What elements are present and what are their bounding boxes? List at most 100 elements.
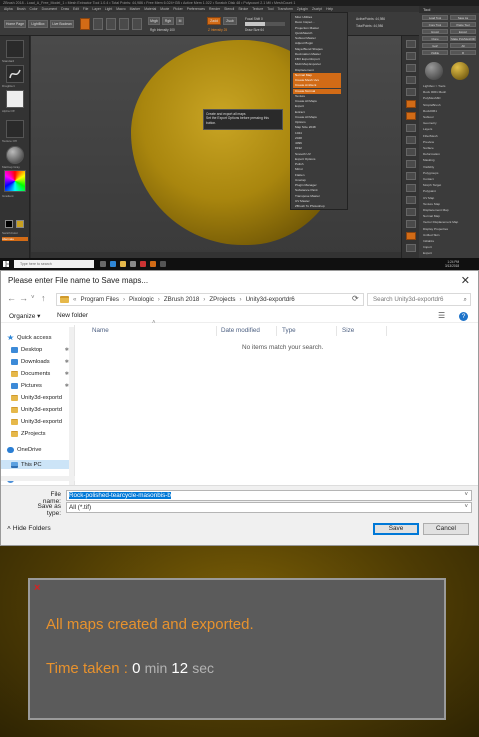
tool-palette-item[interactable]: UV Map [423, 196, 475, 200]
zplugin-menu-item[interactable]: Create Normal [293, 88, 341, 94]
zplugin-menu-item[interactable]: Smooth UV [293, 152, 341, 157]
back-arrow-icon[interactable]: ← [7, 293, 16, 303]
edit-mode-button[interactable] [80, 18, 90, 30]
local-icon[interactable] [406, 124, 416, 132]
tool-palette-item[interactable]: Clone [422, 36, 448, 41]
brush-icon[interactable] [6, 40, 24, 58]
tool-palette-item[interactable]: Deformation [423, 152, 475, 156]
zsub-button[interactable]: Zsub [223, 17, 237, 25]
breadcrumb-current[interactable]: Unity3d-exportdr6 [246, 296, 295, 303]
zplugin-menu-item[interactable]: 1024 [293, 131, 341, 136]
save-button[interactable]: Save [373, 523, 419, 535]
zplugin-menu-item[interactable]: Maya Blend Shapes [293, 47, 341, 52]
column-type[interactable]: Type [282, 327, 296, 334]
view-options-icon[interactable]: ☰ [438, 311, 445, 320]
refresh-icon[interactable]: ⟳ [352, 294, 359, 303]
menu-light[interactable]: Light [105, 7, 112, 11]
nav-onedrive[interactable]: OneDrive [7, 445, 41, 454]
zplugin-menu-item[interactable]: Plugin Manager [293, 183, 341, 188]
zplugin-menu-item[interactable]: Transpose Master [293, 194, 341, 199]
tool-palette-item[interactable]: Export [450, 29, 476, 34]
close-icon[interactable]: × [34, 582, 40, 594]
zplugin-menu-item[interactable]: Displacement [293, 68, 341, 73]
help-icon[interactable]: ? [459, 312, 468, 321]
tool-palette-item[interactable]: Geometry [423, 121, 475, 125]
new-folder-button[interactable]: New folder [57, 312, 88, 319]
column-name[interactable]: Name [92, 327, 109, 334]
menu-alpha[interactable]: Alpha [4, 7, 13, 11]
windows-start-icon[interactable] [3, 261, 9, 267]
nav-this-pc[interactable]: This PC [1, 460, 74, 469]
texture-icon[interactable] [6, 120, 24, 138]
zplugin-menu-item[interactable]: Mirror [293, 167, 341, 172]
menu-zscript[interactable]: Zscript [312, 7, 322, 11]
menu-zplugin[interactable]: Zplugin [297, 7, 308, 11]
spix-icon[interactable] [406, 52, 416, 60]
zplugin-menu-item[interactable]: 8192 [293, 146, 341, 151]
task-view-icon[interactable] [100, 261, 106, 267]
zplugin-menu-item[interactable]: Map Size 2048 [293, 125, 341, 130]
zplugin-menu-item[interactable]: Decimation Master [293, 52, 341, 57]
zplugin-menu-item[interactable]: Create All Maps [293, 115, 341, 120]
transp-icon[interactable] [406, 220, 416, 228]
menu-preferences[interactable]: Preferences [187, 7, 205, 11]
zplugin-menu-item[interactable]: Unwrap [293, 178, 341, 183]
zadd-button[interactable]: Zadd [207, 17, 221, 25]
zplugin-menu-item[interactable]: FBX ExportImport [293, 57, 341, 62]
solo-icon[interactable] [406, 244, 416, 252]
tool-palette-item[interactable]: Paste Tool [450, 22, 476, 27]
nav-item-folder[interactable]: Unity3d-exportd [11, 417, 62, 426]
tool-palette-item[interactable]: Export [423, 251, 475, 255]
address-bar[interactable]: « Program Files › Pixologic › ZBrush 201… [56, 293, 364, 306]
nav-item-pictures[interactable]: Pictures ✱ [11, 381, 69, 390]
tool-palette-item[interactable]: Import [423, 245, 475, 249]
tool-palette-item[interactable]: Copy Tool [422, 22, 448, 27]
tool-palette-item[interactable]: FiberMesh [423, 134, 475, 138]
nav-item-downloads[interactable]: Downloads ✱ [11, 357, 69, 366]
tool-palette-item[interactable]: Unified Skin [423, 233, 475, 237]
zplugin-menu-item[interactable]: Substance Paint [293, 188, 341, 193]
m-button[interactable]: M [176, 17, 184, 25]
zoom3d-icon[interactable] [406, 184, 416, 192]
tool-palette-item[interactable]: Initialize [423, 239, 475, 243]
close-icon[interactable]: ✕ [461, 274, 470, 287]
breadcrumb-zprojects[interactable]: ZProjects [209, 296, 235, 303]
search-input[interactable]: Search Unity3d-exportdr6 ⌕ [367, 293, 471, 306]
zplugin-menu-item[interactable]: Deco Inspec... [293, 20, 341, 25]
menu-brush[interactable]: Brush [17, 7, 26, 11]
tool-palette-item[interactable]: Rock 0061 Mesh [423, 90, 475, 94]
tool-palette-item[interactable]: Import [422, 29, 448, 34]
organize-button[interactable]: Organize ▾ [9, 312, 40, 320]
nav-horizontal-scrollbar[interactable] [1, 476, 75, 481]
nav-item-zprojects[interactable]: ZProjects [11, 429, 45, 438]
rgb-button[interactable]: Rgb [162, 17, 174, 25]
color-picker[interactable] [4, 170, 26, 192]
ghost-icon[interactable] [406, 232, 416, 240]
menu-material[interactable]: Material [144, 7, 156, 11]
menu-render[interactable]: Render [209, 7, 220, 11]
move-mode-button[interactable] [106, 18, 116, 30]
tool-palette-item[interactable]: Make PolyMesh3D [450, 36, 476, 41]
tool-palette-item[interactable]: Contact [423, 177, 475, 181]
nav-scrollbar[interactable] [69, 327, 74, 485]
breadcrumb-program-files[interactable]: Program Files [80, 296, 119, 303]
zplugin-menu-item[interactable]: Misc Utilities [293, 15, 341, 20]
tool-thumbnail[interactable] [425, 62, 443, 80]
edge-icon[interactable] [110, 261, 116, 267]
floor-icon[interactable] [406, 112, 416, 120]
focal-shift-slider[interactable] [245, 22, 285, 26]
menu-transform[interactable]: Transform [277, 7, 292, 11]
tool-palette-item[interactable]: Rock0061 [423, 109, 475, 113]
tool-palette-item[interactable]: All [450, 43, 476, 48]
menu-edit[interactable]: Edit [73, 7, 79, 11]
tool-palette-item[interactable]: Load Tool [422, 15, 448, 20]
column-size[interactable]: Size [342, 327, 354, 334]
menu-file[interactable]: File [83, 7, 88, 11]
tool-palette-item[interactable]: Subtool [423, 115, 475, 119]
tool-palette-item[interactable]: R [450, 50, 476, 55]
zplugin-menu-item[interactable]: Options [293, 120, 341, 125]
tool-palette-item[interactable]: Layers [423, 127, 475, 131]
mrgb-button[interactable]: Mrgb [148, 17, 160, 25]
file-name-input[interactable]: Rock-polished-tearcycle-masonbis-b ˅ [66, 490, 472, 501]
menu-stencil[interactable]: Stencil [224, 7, 234, 11]
